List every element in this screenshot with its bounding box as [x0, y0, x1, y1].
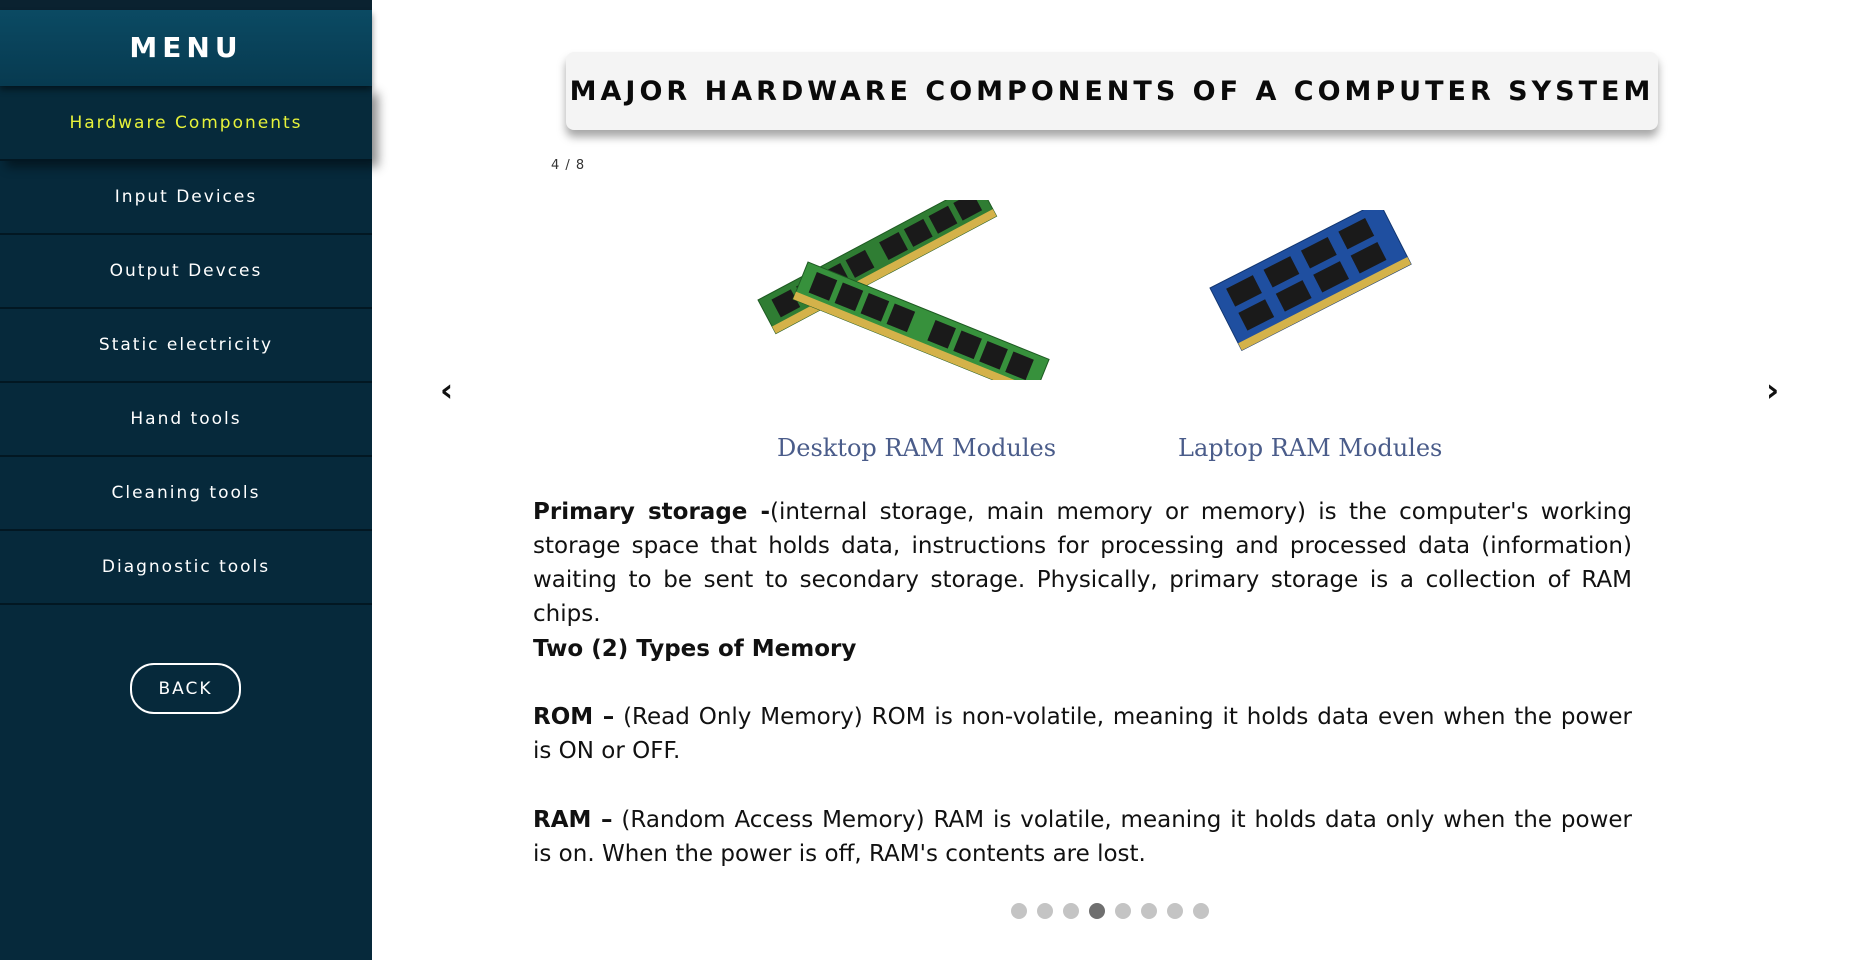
ram-description: (Random Access Memory) RAM is volatile, …	[533, 807, 1632, 867]
page-title: MAJOR HARDWARE COMPONENTS OF A COMPUTER …	[569, 75, 1655, 107]
pagination-dot[interactable]	[1063, 903, 1079, 919]
memory-types-heading: Two (2) Types of Memory	[533, 632, 1632, 666]
sidebar-item-static-electricity[interactable]: Static electricity	[0, 309, 372, 383]
pagination-dot[interactable]	[1115, 903, 1131, 919]
laptop-ram-caption: Laptop RAM Modules	[1178, 434, 1443, 462]
sidebar-item-cleaning-tools[interactable]: Cleaning tools	[0, 457, 372, 531]
slide-pagination-dots	[1011, 903, 1209, 919]
rom-term: ROM –	[533, 704, 615, 730]
sidebar-item-label: Output Devces	[109, 261, 263, 281]
desktop-ram-image	[757, 200, 1050, 380]
slide-title-box: MAJOR HARDWARE COMPONENTS OF A COMPUTER …	[566, 52, 1658, 130]
slide-counter: 4 / 8	[551, 158, 586, 173]
menu-title: MENU	[0, 10, 372, 86]
pagination-dot[interactable]	[1167, 903, 1183, 919]
pagination-dot[interactable]	[1011, 903, 1027, 919]
primary-storage-paragraph: Primary storage -(internal storage, main…	[533, 495, 1632, 631]
sidebar-item-output-devices[interactable]: Output Devces	[0, 235, 372, 309]
back-button-label: BACK	[158, 678, 213, 699]
sidebar-item-hardware-components[interactable]: Hardware Components	[0, 87, 372, 161]
sidebar-item-label: Cleaning tools	[111, 483, 261, 503]
sidebar-item-label: Hardware Components	[69, 113, 303, 133]
next-slide-arrow-icon[interactable]: ›	[1766, 374, 1779, 406]
sidebar-item-label: Static electricity	[98, 335, 274, 355]
sidebar-item-diagnostic-tools[interactable]: Diagnostic tools	[0, 531, 372, 605]
sidebar-item-label: Input Devices	[114, 187, 258, 207]
primary-storage-term: Primary storage -	[533, 499, 770, 525]
pagination-dot[interactable]	[1089, 903, 1105, 919]
back-button[interactable]: BACK	[130, 663, 241, 714]
ram-paragraph: RAM – (Random Access Memory) RAM is vola…	[533, 803, 1632, 871]
pagination-dot[interactable]	[1141, 903, 1157, 919]
desktop-ram-caption: Desktop RAM Modules	[777, 434, 1057, 462]
laptop-ram-image	[1209, 210, 1412, 352]
pagination-dot[interactable]	[1193, 903, 1209, 919]
sidebar-nav: Hardware Components Input Devices Output…	[0, 87, 372, 605]
sidebar: MENU Hardware Components Input Devices O…	[0, 0, 372, 960]
sidebar-item-label: Hand tools	[130, 409, 242, 429]
sidebar-top-strip	[0, 0, 372, 10]
pagination-dot[interactable]	[1037, 903, 1053, 919]
previous-slide-arrow-icon[interactable]: ‹	[440, 374, 453, 406]
memory-types-heading-text: Two (2) Types of Memory	[533, 636, 857, 662]
sidebar-item-hand-tools[interactable]: Hand tools	[0, 383, 372, 457]
ram-term: RAM –	[533, 807, 613, 833]
rom-description: (Read Only Memory) ROM is non-volatile, …	[533, 704, 1632, 764]
sidebar-item-label: Diagnostic tools	[101, 557, 271, 577]
rom-paragraph: ROM – (Read Only Memory) ROM is non-vola…	[533, 700, 1632, 768]
sidebar-item-input-devices[interactable]: Input Devices	[0, 161, 372, 235]
